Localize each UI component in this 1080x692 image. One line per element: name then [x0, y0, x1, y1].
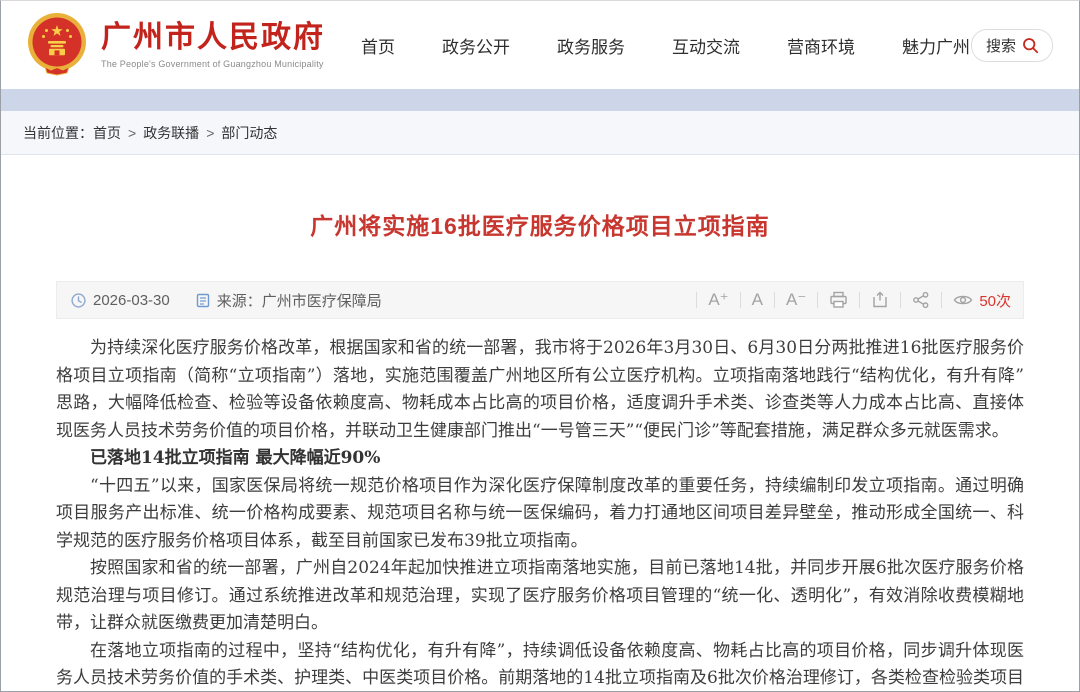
views-count: 50次: [979, 290, 1011, 311]
page: 广州市人民政府 The People's Government of Guang…: [0, 0, 1080, 692]
breadcrumb-item-home[interactable]: 首页: [93, 123, 121, 143]
export-button[interactable]: [867, 291, 893, 309]
meta-toolbar: A⁺ A A⁻: [689, 290, 1011, 311]
toolbar-divider: [941, 292, 942, 308]
font-decrease-button[interactable]: A⁻: [782, 290, 810, 310]
paragraph: 为持续深化医疗服务价格改革，根据国家和省的统一部署，我市将于2026年3月30日…: [56, 335, 1024, 445]
logo-text: 广州市人民政府 The People's Government of Guang…: [101, 21, 325, 69]
source-label: 来源：广州市医疗保障局: [217, 290, 382, 311]
toolbar-divider: [740, 292, 741, 308]
nav-item-charm[interactable]: 魅力广州: [902, 33, 970, 58]
publish-date: 2026-03-30: [93, 292, 170, 309]
breadcrumb-separator: >: [206, 125, 214, 141]
paragraph: 按照国家和省的统一部署，广州自2024年起加快推进立项指南落地实施，目前已落地1…: [56, 555, 1024, 638]
toolbar-divider: [817, 292, 818, 308]
paragraph: “十四五”以来，国家医保局将统一规范价格项目作为深化医疗保障制度改革的重要任务，…: [56, 473, 1024, 556]
accent-bar: [1, 89, 1079, 111]
site-logo[interactable]: 广州市人民政府 The People's Government of Guang…: [25, 12, 325, 78]
publish-date-item: 2026-03-30: [71, 292, 170, 309]
search-button[interactable]: 搜索: [971, 29, 1053, 62]
article-title: 广州将实施16批医疗服务价格项目立项指南: [56, 155, 1024, 281]
toolbar-divider: [696, 292, 697, 308]
national-emblem-icon: [25, 12, 89, 78]
article-body: 为持续深化医疗服务价格改革，根据国家和省的统一部署，我市将于2026年3月30日…: [56, 335, 1024, 692]
site-header: 广州市人民政府 The People's Government of Guang…: [1, 1, 1079, 89]
print-button[interactable]: [825, 291, 852, 309]
search-icon: [1022, 37, 1039, 54]
article-subheading: 已落地14批立项指南 最大降幅近90%: [56, 445, 1024, 473]
breadcrumb: 当前位置： 首页 > 政务联播 > 部门动态: [1, 111, 1079, 155]
nav-item-interaction[interactable]: 互动交流: [672, 33, 740, 58]
clock-icon: [71, 293, 86, 308]
share-button[interactable]: [908, 291, 934, 309]
eye-icon: [953, 293, 973, 307]
nav-item-gov-services[interactable]: 政务服务: [557, 33, 625, 58]
font-normal-button[interactable]: A: [748, 290, 767, 310]
breadcrumb-prefix: 当前位置：: [23, 123, 93, 143]
breadcrumb-item-gov-broadcast[interactable]: 政务联播: [143, 123, 199, 143]
breadcrumb-separator: >: [128, 125, 136, 141]
article-meta-bar: 2026-03-30 来源：广州市医疗保障局 A⁺ A: [56, 281, 1024, 319]
site-title: 广州市人民政府: [101, 21, 325, 55]
toolbar-divider: [900, 292, 901, 308]
site-subtitle: The People's Government of Guangzhou Mun…: [101, 59, 325, 69]
share-icon: [912, 291, 930, 309]
font-increase-button[interactable]: A⁺: [704, 290, 732, 310]
print-icon: [829, 291, 848, 309]
nav-item-business[interactable]: 营商环境: [787, 33, 855, 58]
nav-item-home[interactable]: 首页: [361, 33, 395, 58]
views-group: 50次: [949, 290, 1011, 311]
export-icon: [871, 291, 889, 309]
breadcrumb-item-department-news[interactable]: 部门动态: [221, 123, 277, 143]
paragraph: 在落地立项指南的过程中，坚持“结构优化，有升有降”，持续调低设备依赖度高、物耗占…: [56, 638, 1024, 692]
main-nav: 首页 政务公开 政务服务 互动交流 营商环境 魅力广州: [361, 33, 971, 58]
source-item: 来源：广州市医疗保障局: [196, 290, 382, 311]
search-button-label: 搜索: [986, 35, 1016, 56]
document-icon: [196, 293, 210, 308]
article-content: 广州将实施16批医疗服务价格项目立项指南 2026-03-30: [1, 155, 1079, 692]
nav-item-gov-info[interactable]: 政务公开: [442, 33, 510, 58]
meta-left: 2026-03-30 来源：广州市医疗保障局: [71, 290, 382, 311]
toolbar-divider: [774, 292, 775, 308]
toolbar-divider: [859, 292, 860, 308]
